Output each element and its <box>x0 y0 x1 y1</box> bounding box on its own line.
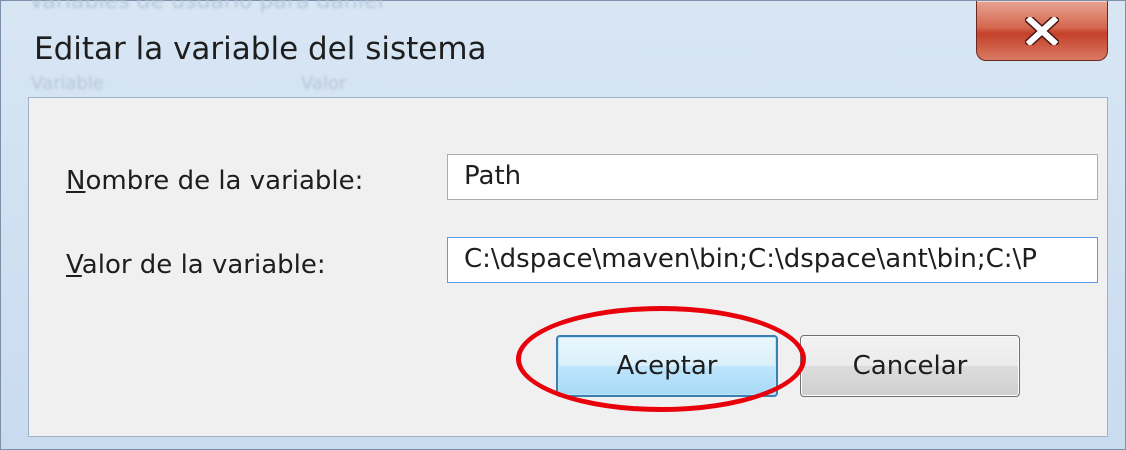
dialog-window: Variables de usuario para daniel Variabl… <box>0 0 1126 450</box>
background-window-title: Variables de usuario para daniel <box>29 0 384 14</box>
background-column-value: Valor <box>301 73 347 94</box>
variable-value-label-mnemonic: V <box>66 250 82 280</box>
variable-value-label-text: alor de la variable: <box>81 250 326 280</box>
background-column-variable: Variable <box>31 73 104 94</box>
variable-name-field[interactable]: Path <box>447 154 1098 200</box>
close-x-icon <box>1025 16 1059 45</box>
variable-name-label: Nombre de la variable: <box>66 166 363 196</box>
ok-button[interactable]: Aceptar <box>556 335 778 397</box>
variable-value-field[interactable]: C:\dspace\maven\bin;C:\dspace\ant\bin;C:… <box>447 237 1098 283</box>
close-button[interactable] <box>976 1 1108 61</box>
dialog-title: Editar la variable del sistema <box>34 31 487 67</box>
variable-name-label-mnemonic: N <box>66 166 86 196</box>
cancel-button[interactable]: Cancelar <box>800 335 1020 397</box>
variable-value-label: Valor de la variable: <box>66 250 326 280</box>
variable-name-label-text: ombre de la variable: <box>85 166 364 196</box>
dialog-client-area: Nombre de la variable: Path Valor de la … <box>28 97 1108 437</box>
